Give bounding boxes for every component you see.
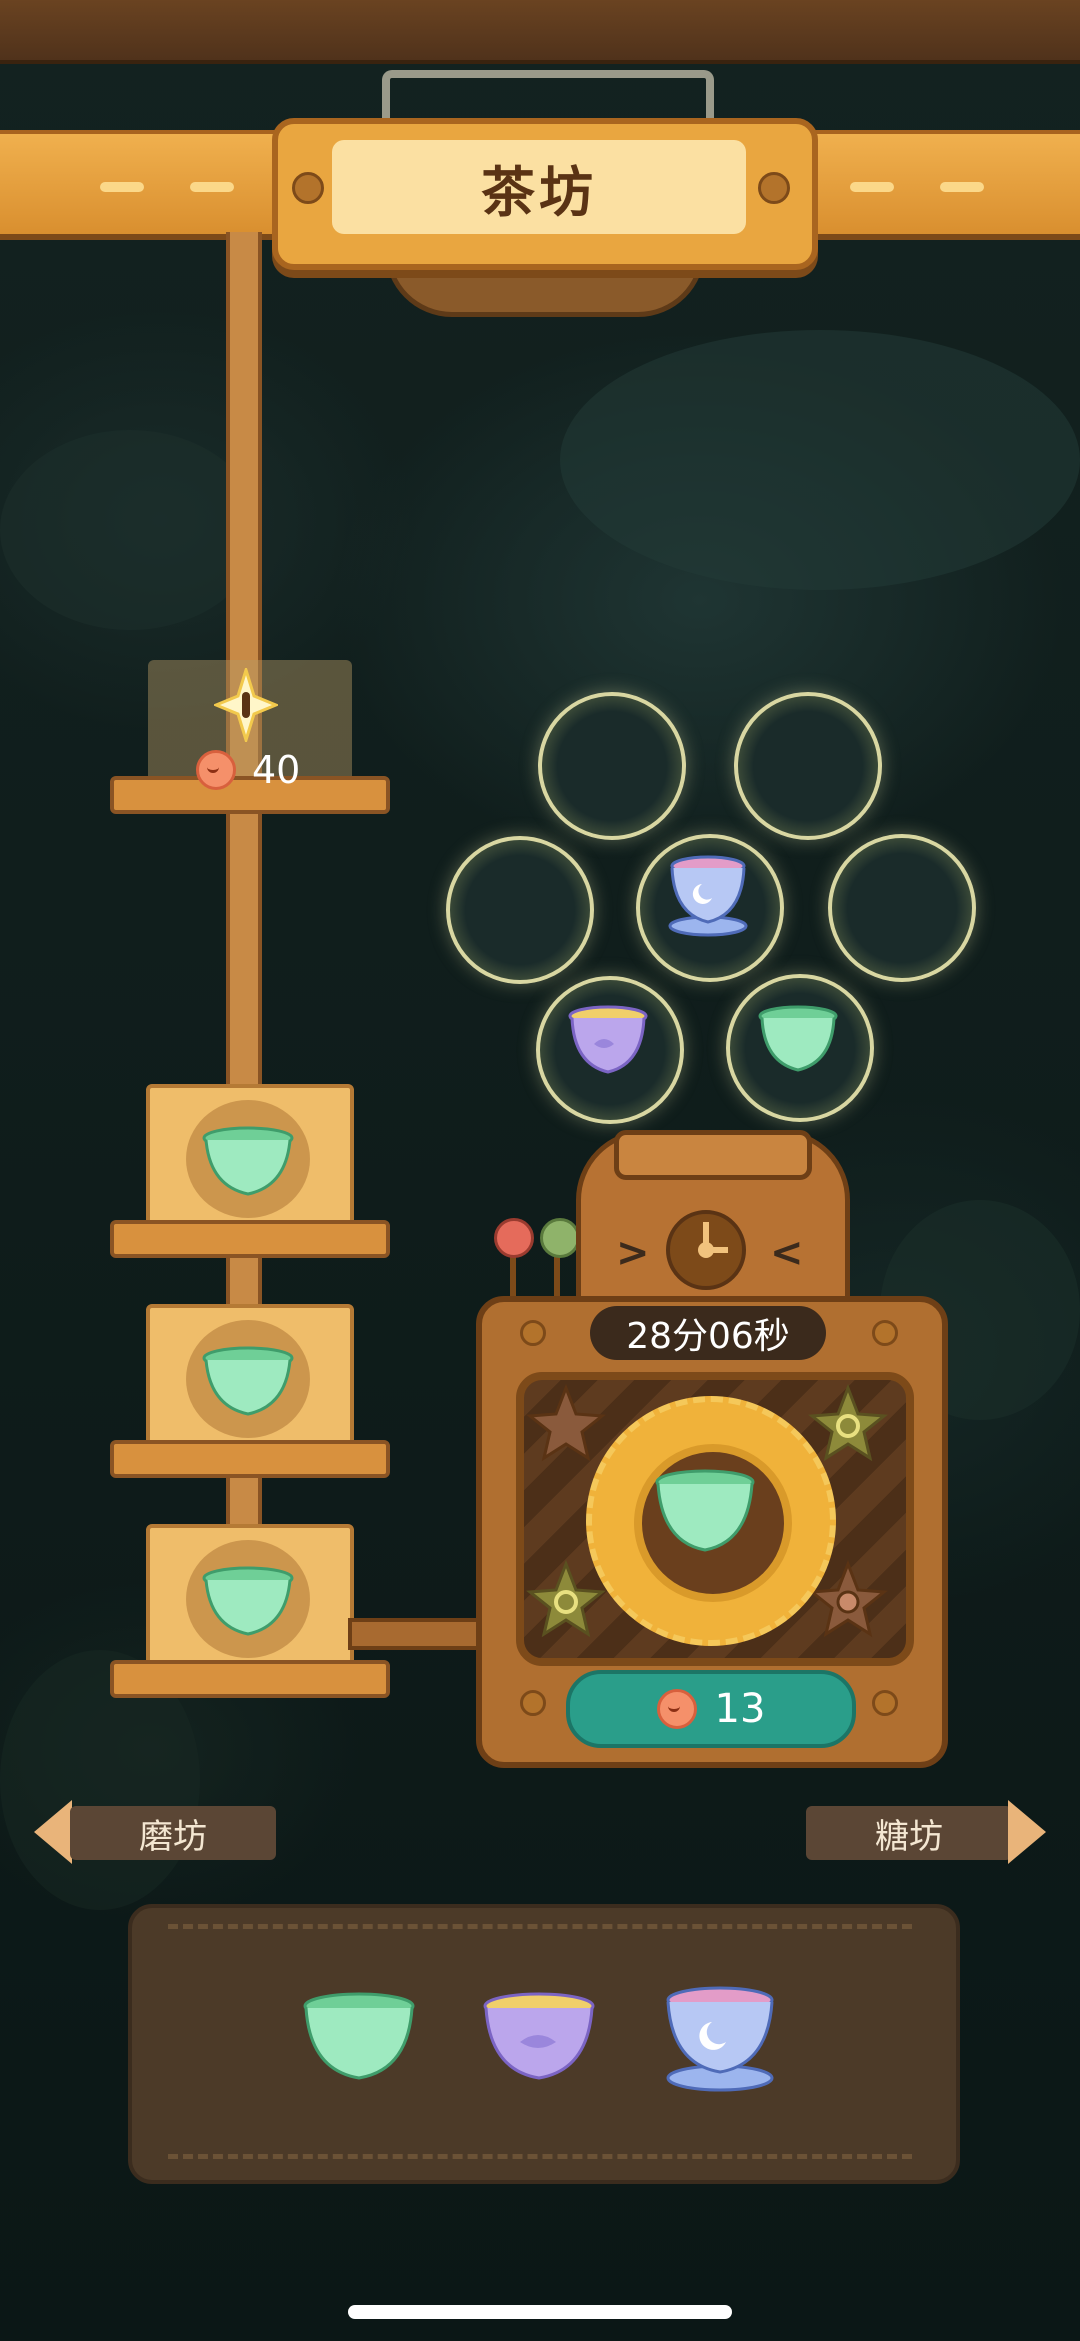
gold-coin-icon xyxy=(656,1689,697,1729)
purple-tea-cup-icon xyxy=(568,1005,648,1074)
machine-pipe xyxy=(348,1618,490,1650)
recipe-bubble-empty[interactable] xyxy=(734,692,882,840)
beam-stitch xyxy=(100,182,144,192)
green-tea-cup-icon[interactable] xyxy=(200,1346,296,1418)
background-tree xyxy=(560,330,1080,590)
shelf-board xyxy=(110,1660,390,1698)
nav-prev-workshop[interactable]: 磨坊 xyxy=(70,1806,276,1860)
top-wood-frame xyxy=(0,0,1080,64)
sparkle-icon xyxy=(214,668,278,742)
speedup-button[interactable]: 13 xyxy=(566,1670,856,1748)
flower-icon xyxy=(526,1560,606,1638)
tray-stitch xyxy=(168,1924,912,1929)
green-tea-cup-icon[interactable] xyxy=(200,1126,296,1198)
green-tea-cup-icon[interactable] xyxy=(300,1992,418,2084)
machine-neck xyxy=(614,1130,812,1180)
recipe-bubble-empty[interactable] xyxy=(828,834,976,982)
gold-coin-icon xyxy=(196,750,236,790)
screw-icon xyxy=(292,172,324,204)
screw-icon xyxy=(520,1320,546,1346)
unlock-cost-value: 40 xyxy=(252,748,301,792)
background-bush xyxy=(0,430,260,630)
flower-icon xyxy=(526,1384,606,1462)
shelf-board xyxy=(110,1440,390,1478)
home-indicator[interactable] xyxy=(348,2305,732,2319)
chevron-right-icon: > xyxy=(616,1230,650,1276)
arrow-left-icon[interactable] xyxy=(34,1800,72,1864)
screw-icon xyxy=(872,1690,898,1716)
green-tea-cup-icon xyxy=(655,1469,755,1552)
beam-stitch xyxy=(940,182,984,192)
beam-stitch xyxy=(190,182,234,192)
recipe-bubble-empty[interactable] xyxy=(446,836,594,984)
flower-icon xyxy=(808,1384,888,1462)
speedup-cost-value: 13 xyxy=(714,1686,766,1732)
nav-next-workshop[interactable]: 糖坊 xyxy=(806,1806,1012,1860)
green-tea-cup-icon xyxy=(758,1005,838,1072)
unlock-cost: 40 xyxy=(196,748,300,792)
arrow-right-icon[interactable] xyxy=(1008,1800,1046,1864)
purple-tea-cup-icon[interactable] xyxy=(480,1992,598,2084)
shelf-board xyxy=(110,1220,390,1258)
production-timer: 28分06秒 xyxy=(590,1306,826,1360)
moon-tea-cup-icon[interactable] xyxy=(660,1984,780,2094)
green-knob-icon xyxy=(540,1218,580,1258)
clock-icon xyxy=(666,1210,746,1290)
chevron-left-icon: < xyxy=(770,1230,804,1276)
beam-stitch xyxy=(850,182,894,192)
screw-icon xyxy=(758,172,790,204)
page-title: 茶坊 xyxy=(332,140,746,234)
moon-tea-cup-icon xyxy=(668,855,748,937)
tray-stitch xyxy=(168,2154,912,2159)
screw-icon xyxy=(520,1690,546,1716)
recipe-bubble-empty[interactable] xyxy=(538,692,686,840)
red-knob-icon xyxy=(494,1218,534,1258)
green-tea-cup-icon[interactable] xyxy=(200,1566,296,1638)
screw-icon xyxy=(872,1320,898,1346)
